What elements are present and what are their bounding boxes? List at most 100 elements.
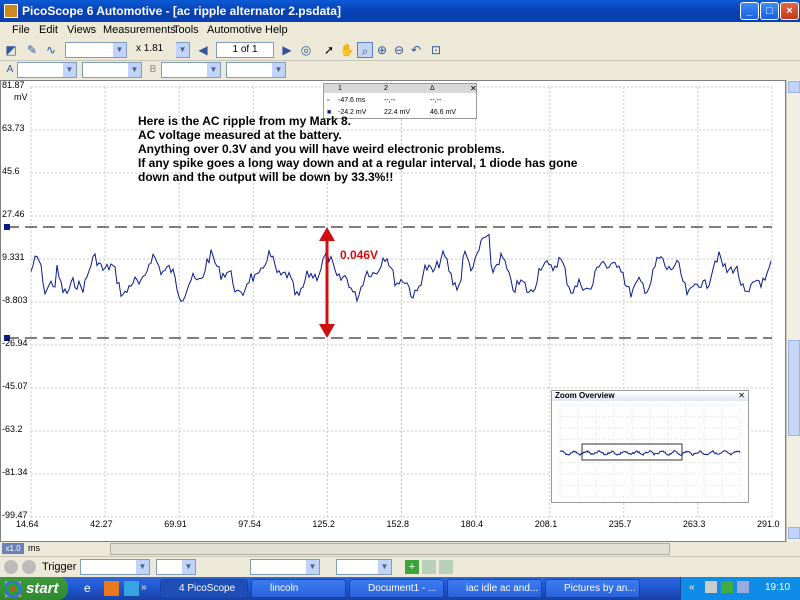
- quick-launch-more-icon[interactable]: »: [141, 582, 147, 593]
- title-bar: PicoScope 6 Automotive - [ac ripple alte…: [0, 0, 800, 22]
- undo-zoom-icon[interactable]: ↶: [408, 42, 424, 58]
- scope-mode-icon[interactable]: ◩: [3, 42, 19, 58]
- y-tick-label: -81.34: [2, 467, 28, 477]
- y-tick-label: -26.94: [2, 338, 28, 348]
- menu-file[interactable]: File: [12, 24, 30, 36]
- menu-help[interactable]: Help: [265, 24, 288, 36]
- run-icon[interactable]: [4, 560, 18, 574]
- ruler-table-header: [324, 84, 476, 93]
- scroll-down-button[interactable]: [788, 527, 800, 539]
- channel-b-icon[interactable]: B: [145, 62, 161, 78]
- windows-logo-icon: [5, 581, 21, 597]
- zoom-to-fit-icon[interactable]: ⊡: [428, 42, 444, 58]
- y-tick-label: 81.87: [2, 80, 25, 90]
- x-tick-label: 42.27: [90, 519, 113, 529]
- x-tick-label: 97.54: [238, 519, 261, 529]
- main-toolbar: ◩ ✎ ∿ ▼ x 1.81 ▼ ◀ 1 of 1 ▶ ◎ ➚ ✋ ⌕ ⊕ ⊖ …: [0, 39, 800, 61]
- menu-automotive[interactable]: Automotive: [207, 24, 262, 36]
- hand-pan-icon[interactable]: ✋: [339, 42, 355, 58]
- vertical-scroll-thumb[interactable]: [788, 340, 800, 436]
- task-iac-idle[interactable]: iac idle ac and...: [447, 579, 542, 598]
- delete-measurement-icon[interactable]: [439, 560, 453, 574]
- stop-icon[interactable]: [22, 560, 36, 574]
- outlook-icon[interactable]: [104, 581, 119, 596]
- ie-icon[interactable]: e: [84, 581, 99, 596]
- compass-icon[interactable]: ◎: [298, 42, 314, 58]
- zoom-overview-panel[interactable]: Zoom Overview ✕: [551, 390, 749, 503]
- ruler-col-2: 2: [384, 85, 388, 92]
- ruler-handle: [4, 224, 10, 230]
- menu-tools[interactable]: Tools: [173, 24, 199, 36]
- tray-expand-icon[interactable]: «: [689, 582, 695, 593]
- task-pictures[interactable]: Pictures by an...: [545, 579, 640, 598]
- x-tick-label: 263.3: [682, 519, 706, 529]
- tray-security-icon[interactable]: [721, 581, 733, 593]
- annotation-line-1: Here is the AC ripple from my Mark 8.: [138, 114, 351, 128]
- horizontal-scroll-track[interactable]: [110, 543, 670, 555]
- x-tick-label: 235.7: [608, 519, 632, 529]
- select-pointer-icon[interactable]: ➚: [321, 42, 337, 58]
- y-tick-label: 27.46: [2, 209, 25, 219]
- channel-b-coupling-select[interactable]: ▼: [226, 62, 286, 78]
- previous-page-icon[interactable]: ◀: [195, 42, 211, 58]
- trigger-position-select[interactable]: ▼: [336, 559, 392, 575]
- x-tick-label: 125.2: [312, 519, 335, 529]
- trigger-threshold-select[interactable]: ▼: [250, 559, 320, 575]
- channel-options-icon[interactable]: ✎: [24, 42, 40, 58]
- zoom-factor: x 1.81: [136, 43, 164, 54]
- ruler-table-close-icon[interactable]: ✕: [470, 84, 477, 93]
- time-ruler-icon: ▫: [327, 97, 330, 104]
- zoom-factor-dropdown[interactable]: ▼: [176, 42, 190, 58]
- maximize-button[interactable]: □: [760, 2, 779, 20]
- x-tick-label: 208.1: [534, 519, 558, 529]
- y-tick-label: 9.331: [2, 252, 25, 262]
- vertical-scrollbar[interactable]: [786, 80, 800, 542]
- ruler-col-1: 1: [338, 85, 342, 92]
- ripple-arrow-down-head: [319, 324, 335, 338]
- zoom-overview-title: Zoom Overview: [552, 391, 748, 401]
- annotation-line-3: Anything over 0.3V and you will have wei…: [138, 142, 505, 156]
- zoom-in-icon[interactable]: ⊕: [374, 42, 390, 58]
- tray-network-icon[interactable]: [705, 581, 717, 593]
- annotation-line-2: AC voltage measured at the battery.: [138, 128, 342, 142]
- minimize-button[interactable]: _: [740, 2, 759, 20]
- zoom-overview-close-icon[interactable]: ✕: [738, 391, 745, 400]
- task-document1[interactable]: Document1 - ...: [349, 579, 444, 598]
- channel-a-icon[interactable]: A: [2, 62, 18, 78]
- trigger-mode-select[interactable]: ▼: [80, 559, 150, 575]
- menu-bar: File Edit Views Measurements Tools Autom…: [0, 22, 800, 39]
- channel-b-range-select[interactable]: ▼: [161, 62, 221, 78]
- ruler-col-delta: Δ: [430, 85, 435, 92]
- next-page-icon[interactable]: ▶: [279, 42, 295, 58]
- task-picoscope[interactable]: 4 PicoScope: [160, 579, 248, 598]
- menu-views[interactable]: Views: [67, 24, 96, 36]
- signal-generator-icon[interactable]: ∿: [43, 42, 59, 58]
- ruler-r1-c3: --,--: [430, 97, 442, 104]
- timebase-select[interactable]: ▼: [65, 42, 127, 58]
- tray-volume-icon[interactable]: [737, 581, 749, 593]
- page-indicator[interactable]: 1 of 1: [216, 42, 274, 58]
- zoom-out-icon[interactable]: ⊖: [391, 42, 407, 58]
- y-tick-label: 45.6: [2, 166, 20, 176]
- close-button[interactable]: ×: [780, 2, 799, 20]
- zoom-window-icon[interactable]: ⌕: [357, 42, 373, 58]
- trigger-channel-select[interactable]: ▼: [156, 559, 196, 575]
- x-tick-label: 291.0: [757, 519, 780, 529]
- clock: 19:10: [765, 582, 791, 593]
- task-lincoln[interactable]: lincoln: [251, 579, 346, 598]
- menu-edit[interactable]: Edit: [39, 24, 58, 36]
- channel-a-range-select[interactable]: ▼: [17, 62, 77, 78]
- window-title: PicoScope 6 Automotive - [ac ripple alte…: [22, 4, 341, 18]
- messenger-icon[interactable]: [124, 581, 139, 596]
- zoom-overview-graph[interactable]: [552, 401, 748, 502]
- edit-measurement-icon[interactable]: [422, 560, 436, 574]
- picoscope-app-icon: [4, 4, 18, 18]
- annotation-line-4: If any spike goes a long way down and at…: [138, 156, 578, 170]
- ripple-arrow-up-head: [319, 227, 335, 241]
- trigger-label: Trigger: [42, 561, 77, 573]
- add-measurement-icon[interactable]: +: [405, 560, 419, 574]
- channel-a-coupling-select[interactable]: ▼: [82, 62, 142, 78]
- scroll-up-button[interactable]: [788, 81, 800, 93]
- horizontal-scrollbar[interactable]: x1.0 ms: [0, 542, 800, 556]
- menu-measurements[interactable]: Measurements: [103, 24, 176, 36]
